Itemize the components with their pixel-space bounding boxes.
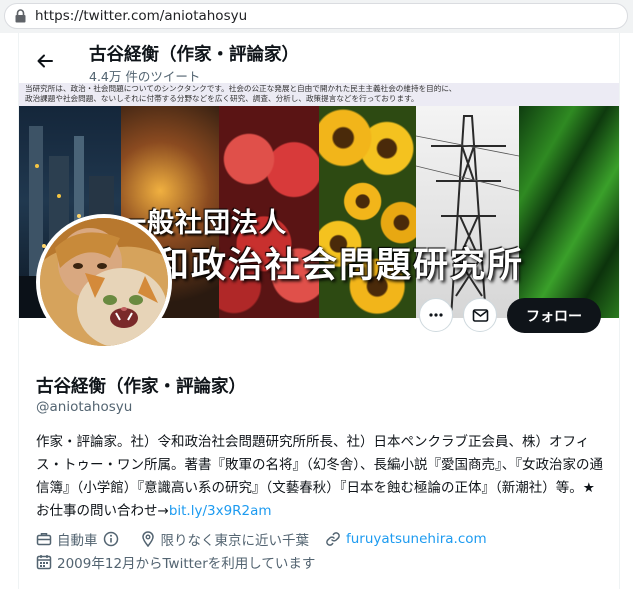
link-icon xyxy=(326,532,340,546)
more-icon xyxy=(429,313,443,317)
message-button[interactable] xyxy=(463,298,497,332)
profile-meta-row: 自動車 限りなく東京に近い千葉 furuyatsunehira.com xyxy=(36,529,503,549)
profile-page: 古谷経衡（作家・評論家） 4.4万 件のツイート 当研究所は、政治・社会問題につ… xyxy=(18,33,620,589)
profile-joined-row: 2009年12月からTwitterを利用しています xyxy=(36,552,331,572)
banner-strip-text: 当研究所は、政治・社会問題についてのシンクタンクです。社会の公正な発展と自由で開… xyxy=(25,84,457,103)
meta-website-link[interactable]: furuyatsunehira.com xyxy=(346,531,487,547)
follow-button[interactable]: フォロー xyxy=(507,298,601,333)
url-field[interactable]: https://twitter.com/aniotahosyu xyxy=(4,3,628,29)
back-arrow-icon xyxy=(37,54,53,68)
mail-icon xyxy=(472,308,488,322)
meta-category: 自動車 xyxy=(36,529,124,549)
banner-title-line2: 令和政治社会問題研究所 xyxy=(117,246,525,286)
back-button[interactable] xyxy=(29,45,61,77)
url-text: https://twitter.com/aniotahosyu xyxy=(35,8,248,24)
meta-location-label: 限りなく東京に近い千葉 xyxy=(160,533,310,549)
avatar[interactable] xyxy=(36,214,172,350)
location-pin-icon xyxy=(141,531,154,547)
calendar-icon xyxy=(36,555,52,570)
header-name: 古谷経衡（作家・評論家） xyxy=(89,45,299,65)
profile-handle: @aniotahosyu xyxy=(36,399,133,415)
profile-name: 古谷経衡（作家・評論家） xyxy=(36,377,246,397)
briefcase-icon xyxy=(36,533,52,546)
more-button[interactable] xyxy=(419,298,453,332)
browser-address-bar: https://twitter.com/aniotahosyu xyxy=(0,0,633,33)
meta-joined: 2009年12月からTwitterを利用しています xyxy=(36,552,315,572)
profile-bio: 作家・評論家。社）令和政治社会問題研究所所長、社）日本ペンクラブ正会員、株）オフ… xyxy=(36,431,606,523)
meta-category-label: 自動車 xyxy=(57,533,98,549)
meta-website[interactable]: furuyatsunehira.com xyxy=(325,531,487,547)
lock-icon xyxy=(15,9,26,23)
info-icon[interactable] xyxy=(103,531,119,547)
banner-strip: 当研究所は、政治・社会問題についてのシンクタンクです。社会の公正な発展と自由で開… xyxy=(19,83,619,106)
banner-panel-leaves xyxy=(519,106,619,318)
bio-text: 作家・評論家。社）令和政治社会問題研究所所長、社）日本ペンクラブ正会員、株）オフ… xyxy=(36,434,603,519)
meta-joined-label: 2009年12月からTwitterを利用しています xyxy=(57,556,316,572)
bio-link[interactable]: bit.ly/3x9R2am xyxy=(169,503,272,519)
meta-location: 限りなく東京に近い千葉 xyxy=(140,529,310,549)
